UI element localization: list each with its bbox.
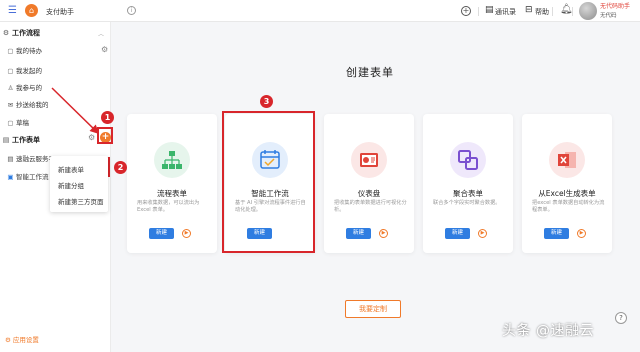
- new-aggregate-form-button[interactable]: 新建: [445, 228, 470, 239]
- menu-item-new-form[interactable]: 新建表单: [58, 164, 84, 174]
- info-icon[interactable]: i: [127, 6, 136, 15]
- gear-icon[interactable]: ⚙: [101, 45, 108, 54]
- divider: [572, 7, 573, 16]
- sidebar-item-cc[interactable]: ✉ 抄送给我的: [5, 99, 49, 109]
- play-icon[interactable]: ▶: [577, 229, 586, 238]
- play-icon[interactable]: ▶: [478, 229, 487, 238]
- sidebar-item-smart-workflow[interactable]: ▣ 智能工作流: [5, 171, 49, 181]
- new-flow-form-button[interactable]: 新建: [149, 228, 174, 239]
- flow-form-icon: [154, 142, 190, 178]
- top-bar: ☰ ⌂ 支付助手 i + ▤ 通讯录 ⊟ 帮助 🔔︎ 无代码助手 无代码: [0, 0, 640, 22]
- card-aggregate-form[interactable]: 聚合表单 联合多个字段实时聚合数据。 新建 ▶: [423, 114, 513, 253]
- play-icon[interactable]: ▶: [379, 229, 388, 238]
- card-desc: 联合多个字段实时聚合数据。: [433, 200, 501, 206]
- annotation-box-smart-workflow: [222, 111, 315, 253]
- app-title: 支付助手: [46, 8, 74, 16]
- forms-section[interactable]: ▤ 工作表单: [0, 135, 40, 145]
- cc-icon: ✉: [7, 101, 14, 109]
- new-item-dropdown: 新建表单 新建分组 新建第三方页面: [50, 156, 108, 212]
- sidebar-item-initiated[interactable]: ▢ 我发起的: [5, 65, 42, 75]
- help-link[interactable]: 帮助: [535, 7, 549, 17]
- bell-icon[interactable]: 🔔︎: [560, 4, 573, 15]
- card-excel-form[interactable]: 从Excel生成表单 把excel 表单数据自动转化为流程表单。 新建 ▶: [522, 114, 612, 253]
- forms-section-icon: ▤: [2, 136, 10, 144]
- card-desc: 把excel 表单数据自动转化为流程表单。: [532, 200, 605, 213]
- new-dashboard-button[interactable]: 新建: [346, 228, 371, 239]
- play-icon[interactable]: ▶: [182, 229, 191, 238]
- sidebar-item-label: 草稿: [16, 119, 29, 127]
- doc-icon: ▤: [7, 155, 14, 163]
- settings-icon: ⚙: [5, 336, 13, 344]
- draft-icon: ▢: [7, 119, 14, 127]
- annotation-badge-1: 1: [101, 111, 114, 124]
- plus-circle-icon[interactable]: +: [461, 6, 471, 16]
- sidebar-item-todo[interactable]: ▢ 我的待办: [5, 45, 42, 55]
- aggregate-icon: [450, 142, 486, 178]
- watermark: 头条 @速融云: [502, 323, 594, 339]
- card-title: 仪表盘: [357, 189, 381, 198]
- annotation-badge-2: 2: [114, 161, 127, 174]
- new-excel-form-button[interactable]: 新建: [544, 228, 569, 239]
- send-icon: ▢: [7, 67, 14, 75]
- sidebar-item-label: 智能工作流: [16, 173, 49, 181]
- divider: [478, 7, 479, 16]
- card-desc: 用来收集数据，可以流出为 Excel 表单。: [137, 200, 200, 213]
- gear-icon[interactable]: ⚙: [88, 133, 95, 142]
- sidebar-item-label: 抄送给我的: [16, 101, 49, 109]
- todo-icon: ▢: [7, 47, 14, 55]
- dashboard-icon: [351, 142, 387, 178]
- home-icon[interactable]: ⌂: [25, 4, 38, 17]
- app-settings-link[interactable]: ⚙ 应用设置: [5, 334, 39, 344]
- help-icon[interactable]: ⊟: [525, 5, 533, 15]
- menu-item-new-group[interactable]: 新建分组: [58, 180, 84, 190]
- card-title: 聚合表单: [453, 189, 483, 198]
- card-dashboard[interactable]: 仪表盘 把收集的表单数据进行可视化分析。 新建 ▶: [324, 114, 414, 253]
- sidebar-item-participated[interactable]: ♙ 我参与的: [5, 82, 42, 92]
- user-name[interactable]: 无代码助手: [600, 3, 630, 11]
- excel-icon: [549, 142, 585, 178]
- company-name: 无代码: [600, 13, 617, 19]
- custom-request-button[interactable]: 我要定制: [345, 300, 401, 318]
- workflow-section-icon: ⚙: [2, 29, 10, 37]
- chevron-up-icon[interactable]: ︿: [98, 29, 104, 38]
- sidebar-item-label: 我发起的: [16, 67, 42, 75]
- sidebar-item-label: 我的待办: [16, 47, 42, 55]
- sidebar-item-label: 我参与的: [16, 84, 42, 92]
- contacts-link[interactable]: 通讯录: [495, 7, 516, 17]
- user-icon: ♙: [7, 84, 14, 92]
- menu-item-new-third-party-page[interactable]: 新建第三方页面: [58, 196, 104, 206]
- list-icon[interactable]: ☰: [8, 6, 17, 16]
- settings-label: 应用设置: [12, 336, 39, 344]
- card-title: 流程表单: [157, 189, 187, 198]
- card-title: 从Excel生成表单: [538, 189, 596, 198]
- annotation-badge-3: 3: [260, 95, 273, 108]
- card-flow-form[interactable]: 流程表单 用来收集数据，可以流出为 Excel 表单。 新建 ▶: [127, 114, 217, 253]
- workflow-icon: ▣: [7, 173, 14, 181]
- help-icon[interactable]: ?: [615, 312, 627, 324]
- sidebar-item-drafts[interactable]: ▢ 草稿: [5, 117, 29, 127]
- avatar[interactable]: [579, 2, 597, 20]
- section-label: 工作流程: [12, 29, 40, 37]
- page-title: 创建表单: [346, 66, 394, 79]
- card-desc: 把收集的表单数据进行可视化分析。: [334, 200, 407, 213]
- annotation-box-add: [97, 127, 113, 144]
- contacts-icon[interactable]: ▤: [485, 5, 494, 15]
- section-label: 工作表单: [12, 136, 40, 144]
- workflow-section[interactable]: ⚙ 工作流程: [0, 28, 40, 38]
- divider: [552, 7, 553, 16]
